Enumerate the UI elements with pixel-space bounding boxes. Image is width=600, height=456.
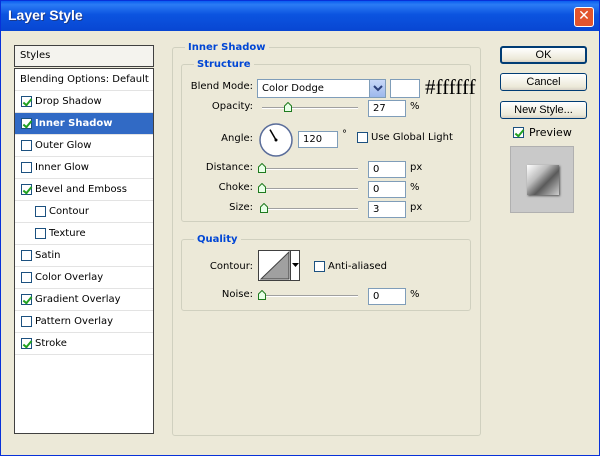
style-item-label: Bevel and Emboss bbox=[35, 184, 127, 195]
angle-label: Angle: bbox=[221, 133, 253, 144]
window-title: Layer Style bbox=[8, 7, 83, 23]
preview-thumbnail bbox=[510, 146, 574, 213]
style-checkbox[interactable] bbox=[21, 96, 32, 107]
style-item-label: Stroke bbox=[35, 338, 67, 349]
choke-slider-track[interactable] bbox=[262, 188, 358, 190]
contour-curve-icon bbox=[260, 251, 290, 280]
style-checkbox[interactable] bbox=[21, 250, 32, 261]
distance-input[interactable]: 0 bbox=[368, 161, 406, 178]
opacity-input[interactable]: 27 bbox=[368, 100, 406, 117]
noise-slider-track[interactable] bbox=[262, 295, 358, 297]
style-item-label: Texture bbox=[49, 228, 86, 239]
style-checkbox[interactable] bbox=[21, 294, 32, 305]
title-bar[interactable]: Layer Style ✕ bbox=[1, 1, 599, 31]
shadow-color-swatch[interactable] bbox=[390, 79, 420, 98]
contour-label: Contour: bbox=[209, 261, 253, 272]
style-item-gradient-overlay[interactable]: Gradient Overlay bbox=[15, 289, 153, 311]
size-unit: px bbox=[410, 202, 423, 213]
chevron-down-icon[interactable] bbox=[369, 80, 385, 97]
style-checkbox[interactable] bbox=[21, 140, 32, 151]
style-item-label: Pattern Overlay bbox=[35, 316, 114, 327]
preview-label: Preview bbox=[529, 126, 572, 139]
styles-header[interactable]: Styles bbox=[14, 45, 154, 67]
ok-button[interactable]: OK bbox=[500, 46, 587, 64]
opacity-label: Opacity: bbox=[211, 101, 253, 112]
style-item-inner-shadow[interactable]: Inner Shadow bbox=[15, 113, 153, 135]
style-item-label: Inner Shadow bbox=[35, 118, 113, 129]
cancel-button[interactable]: Cancel bbox=[500, 73, 587, 91]
anti-aliased-checkbox[interactable] bbox=[314, 261, 325, 272]
new-style-button[interactable]: New Style... bbox=[500, 101, 587, 119]
blend-mode-select[interactable]: Color Dodge bbox=[257, 79, 386, 98]
style-checkbox[interactable] bbox=[35, 206, 46, 217]
size-input[interactable]: 3 bbox=[368, 201, 406, 218]
opacity-slider-track[interactable] bbox=[262, 107, 358, 109]
choke-slider-thumb[interactable] bbox=[258, 183, 266, 193]
size-label: Size: bbox=[229, 202, 253, 213]
size-slider-thumb[interactable] bbox=[259, 203, 268, 213]
style-item-label: Color Overlay bbox=[35, 272, 104, 283]
opacity-slider-thumb[interactable] bbox=[283, 102, 292, 112]
layer-style-dialog: Layer Style ✕ Styles Blending Options: D… bbox=[0, 0, 600, 456]
noise-label: Noise: bbox=[221, 289, 253, 300]
style-item-blending-options-default[interactable]: Blending Options: Default bbox=[15, 69, 153, 91]
structure-title: Structure bbox=[194, 59, 254, 71]
style-checkbox[interactable] bbox=[21, 272, 32, 283]
style-item-label: Blending Options: Default bbox=[20, 74, 149, 85]
style-item-satin[interactable]: Satin bbox=[15, 245, 153, 267]
blend-mode-label: Blend Mode: bbox=[190, 81, 253, 92]
preview-checkbox[interactable] bbox=[513, 127, 524, 138]
noise-input[interactable]: 0 bbox=[368, 288, 406, 305]
size-slider-track[interactable] bbox=[262, 208, 358, 210]
style-item-label: Satin bbox=[35, 250, 61, 261]
blend-mode-value: Color Dodge bbox=[262, 83, 324, 94]
use-global-light-label: Use Global Light bbox=[371, 132, 453, 143]
style-item-drop-shadow[interactable]: Drop Shadow bbox=[15, 91, 153, 113]
choke-label: Choke: bbox=[218, 182, 253, 193]
inner-shadow-title: Inner Shadow bbox=[185, 42, 269, 54]
style-item-label: Gradient Overlay bbox=[35, 294, 121, 305]
distance-slider-track[interactable] bbox=[262, 168, 358, 170]
style-item-pattern-overlay[interactable]: Pattern Overlay bbox=[15, 311, 153, 333]
noise-unit: % bbox=[410, 289, 420, 300]
distance-slider-thumb[interactable] bbox=[258, 163, 266, 173]
style-item-color-overlay[interactable]: Color Overlay bbox=[15, 267, 153, 289]
close-icon[interactable]: ✕ bbox=[574, 7, 594, 27]
degree-symbol: ° bbox=[342, 129, 347, 140]
style-item-contour[interactable]: Contour bbox=[15, 201, 153, 223]
style-item-bevel-and-emboss[interactable]: Bevel and Emboss bbox=[15, 179, 153, 201]
contour-picker[interactable] bbox=[258, 250, 300, 281]
choke-unit: % bbox=[410, 182, 420, 193]
style-item-stroke[interactable]: Stroke bbox=[15, 333, 153, 355]
noise-slider-thumb[interactable] bbox=[258, 290, 266, 300]
choke-input[interactable]: 0 bbox=[368, 181, 406, 198]
style-checkbox[interactable] bbox=[21, 118, 32, 129]
style-checkbox[interactable] bbox=[21, 184, 32, 195]
preview-swatch bbox=[527, 165, 559, 195]
style-item-outer-glow[interactable]: Outer Glow bbox=[15, 135, 153, 157]
style-checkbox[interactable] bbox=[21, 316, 32, 327]
use-global-light-checkbox[interactable] bbox=[357, 132, 368, 143]
style-item-label: Contour bbox=[49, 206, 89, 217]
chevron-down-icon[interactable] bbox=[290, 251, 299, 280]
distance-unit: px bbox=[410, 162, 423, 173]
style-checkbox[interactable] bbox=[21, 162, 32, 173]
style-item-label: Drop Shadow bbox=[35, 96, 102, 107]
style-item-label: Outer Glow bbox=[35, 140, 92, 151]
opacity-unit: % bbox=[410, 101, 420, 112]
shadow-color-hex: #ffffff bbox=[425, 75, 476, 99]
anti-aliased-label: Anti-aliased bbox=[328, 261, 388, 272]
styles-list: Blending Options: Default Drop Shadow Inne… bbox=[14, 68, 154, 434]
quality-title: Quality bbox=[194, 234, 241, 246]
style-item-label: Inner Glow bbox=[35, 162, 89, 173]
angle-input[interactable]: 120 bbox=[298, 131, 338, 148]
distance-label: Distance: bbox=[205, 162, 253, 173]
style-item-inner-glow[interactable]: Inner Glow bbox=[15, 157, 153, 179]
angle-dial[interactable] bbox=[258, 122, 294, 158]
style-checkbox[interactable] bbox=[21, 338, 32, 349]
style-checkbox[interactable] bbox=[35, 228, 46, 239]
style-item-texture[interactable]: Texture bbox=[15, 223, 153, 245]
